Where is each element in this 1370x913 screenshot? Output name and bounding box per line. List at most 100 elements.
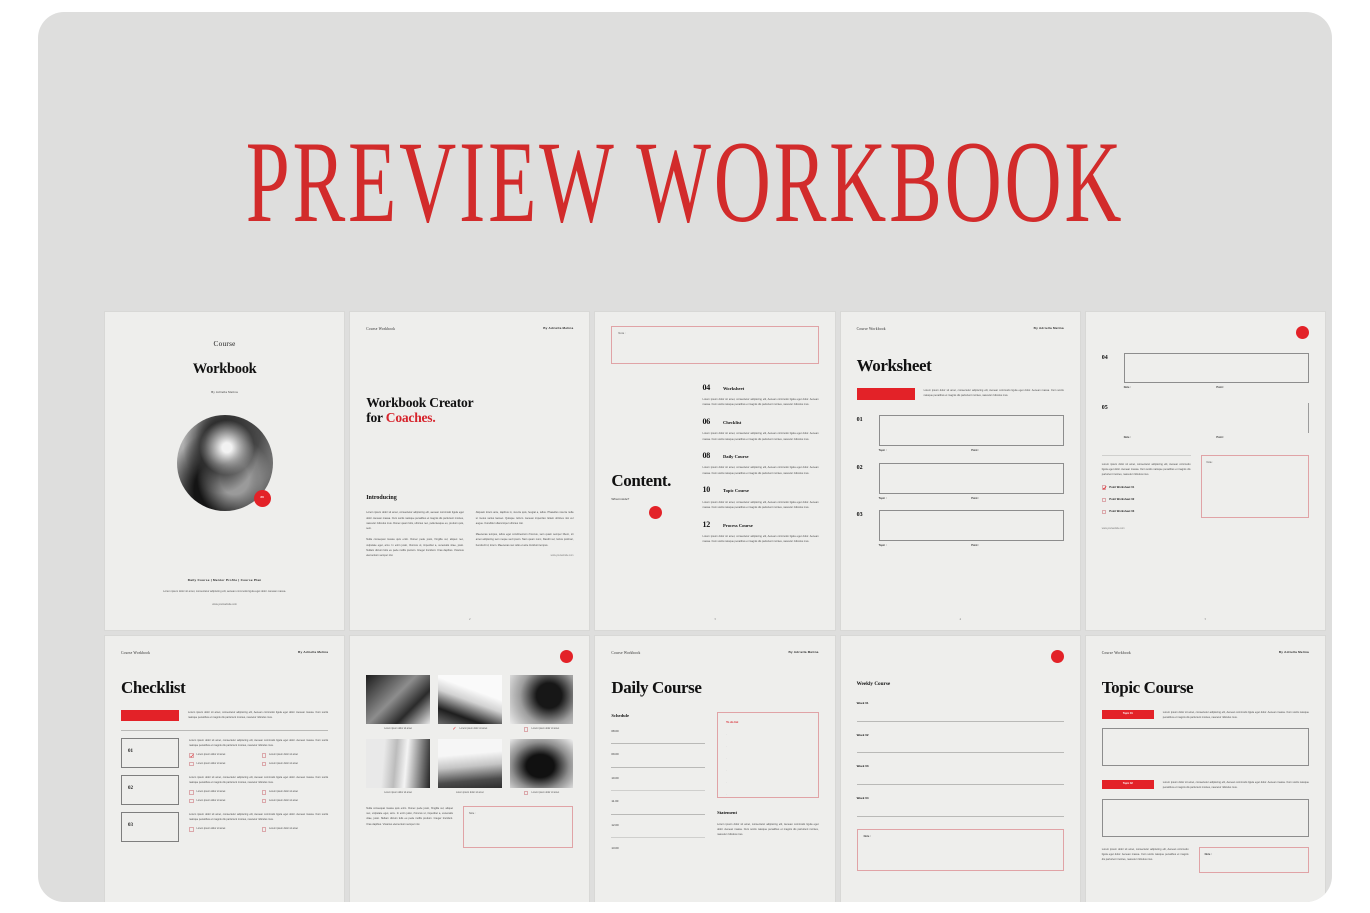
content-item[interactable]: 10 Topic Course Lorem ipsum dolor sit ame… bbox=[703, 482, 819, 510]
note-box[interactable]: Note : bbox=[1198, 846, 1309, 873]
checkbox-icon[interactable] bbox=[189, 752, 194, 762]
gallery-image[interactable] bbox=[366, 675, 430, 724]
checklist-item-label: Lorem ipsum dolor sit amet bbox=[269, 790, 298, 794]
checkbox-icon[interactable] bbox=[261, 753, 267, 758]
intro-paragraph-1: Lorem ipsum dolor sit amet, consectetur … bbox=[366, 511, 464, 531]
gallery-caption: Lorem ipsum dolor sit amet bbox=[459, 728, 488, 730]
note-box[interactable]: Note : bbox=[1200, 454, 1309, 518]
worksheet-row-number: 02 bbox=[856, 464, 863, 471]
slide-worksheet-continued[interactable]: 04 Note : Point : 05 Note : Point : Lore… bbox=[1085, 312, 1325, 630]
checkbox-icon[interactable] bbox=[1101, 509, 1107, 515]
todo-bullet[interactable]: · bbox=[726, 745, 810, 750]
content-item[interactable]: 12 Process Course Lorem ipsum dolor sit a… bbox=[703, 517, 819, 545]
header-left-label: Course Workbook bbox=[366, 327, 396, 331]
week-row[interactable]: Week 01 bbox=[856, 700, 1064, 722]
checklist-row[interactable]: 02 Lorem ipsum dolor sit amet, consectet… bbox=[121, 774, 328, 805]
checkbox-icon[interactable] bbox=[261, 827, 267, 832]
intro-url[interactable]: www.yourwebsite.com bbox=[476, 554, 574, 558]
checklist-row[interactable]: 01 Lorem ipsum dolor sit amet, consectet… bbox=[121, 737, 328, 768]
checkbox-icon[interactable] bbox=[261, 798, 267, 804]
checkbox-icon[interactable] bbox=[189, 798, 194, 804]
todo-bullet[interactable]: · bbox=[726, 769, 810, 774]
checklist-row-number: 02 bbox=[128, 785, 133, 791]
checklist-number-box[interactable]: 02 bbox=[121, 774, 179, 805]
point-label: Point : bbox=[971, 496, 979, 500]
todo-list-box[interactable]: To do list · · · · · · bbox=[717, 711, 819, 798]
checklist-item-label: Lorem ipsum dolor sit amet bbox=[196, 827, 226, 831]
checkbox-icon[interactable] bbox=[261, 761, 267, 767]
gallery-image[interactable] bbox=[437, 675, 502, 724]
checkbox-icon[interactable] bbox=[1101, 484, 1107, 494]
schedule-time: 13.00 bbox=[611, 846, 619, 851]
worksheet-row[interactable]: 04 Note : Point : bbox=[1102, 353, 1309, 391]
slide-cover[interactable]: Course Workbook By Adriella Melina 20 Da… bbox=[105, 312, 345, 630]
intro-paragraph-2: Nulla consequat massa quis enim. Donec p… bbox=[366, 538, 464, 557]
week-row[interactable]: Week 03 bbox=[856, 764, 1064, 785]
note-box[interactable]: Note : bbox=[856, 828, 1064, 871]
slide-header: Course Workbook By Adriella Melina bbox=[1102, 650, 1309, 657]
checkbox-icon[interactable] bbox=[523, 727, 529, 732]
checkbox-icon[interactable] bbox=[523, 790, 529, 795]
week-label: Week 02 bbox=[856, 732, 869, 737]
week-row[interactable]: Week 04 bbox=[856, 796, 1064, 817]
slide-content[interactable]: Note : Content. What inside? 04 Worksheet… bbox=[595, 312, 835, 630]
checklist-item-label: Lorem ipsum dolor sit amet bbox=[269, 761, 298, 765]
worksheet-input-box[interactable] bbox=[878, 414, 1064, 446]
content-item[interactable]: 06 Checklist Lorem ipsum dolor sit amet, … bbox=[703, 414, 819, 442]
checklist-number-box[interactable]: 03 bbox=[121, 811, 179, 842]
slide-topic-course[interactable]: Course Workbook By Adriella Melina Topic… bbox=[1085, 636, 1325, 902]
gallery-image[interactable] bbox=[509, 738, 574, 788]
checkbox-label: Point Worksheet 03 bbox=[1109, 510, 1135, 514]
worksheet-input-box[interactable] bbox=[878, 462, 1064, 494]
topic-label: Topic : bbox=[878, 544, 887, 548]
content-item[interactable]: 04 Worksheet Lorem ipsum dolor sit amet, … bbox=[703, 380, 819, 408]
cover-url[interactable]: www.yourwebsite.com bbox=[105, 603, 344, 608]
week-label: Week 01 bbox=[856, 700, 869, 705]
worksheet-input-box[interactable] bbox=[1123, 353, 1309, 383]
content-item-label: Checklist bbox=[722, 420, 742, 426]
page-number: 3 bbox=[714, 617, 716, 622]
worksheet-row[interactable]: 03 Topic : Point : bbox=[857, 510, 1064, 549]
cover-eyebrow: Course bbox=[213, 340, 236, 348]
content-item[interactable]: 08 Daily Course Lorem ipsum dolor sit ame… bbox=[703, 448, 819, 476]
slide-checklist[interactable]: Course Workbook By Adriella Melina Check… bbox=[105, 636, 345, 902]
gallery-image[interactable] bbox=[509, 675, 574, 724]
checkbox-icon[interactable] bbox=[1101, 497, 1107, 503]
slide-worksheet[interactable]: Course Workbook By Adriella Melina Works… bbox=[840, 312, 1080, 630]
content-note-box[interactable]: Note : bbox=[611, 326, 819, 364]
todo-bullet[interactable]: · bbox=[726, 781, 810, 786]
checkbox-icon[interactable] bbox=[189, 761, 194, 767]
weekly-course-title: Weekly Course bbox=[856, 681, 891, 687]
slide-daily-course[interactable]: Course Workbook By Adriella Melina Daily… bbox=[595, 636, 835, 902]
checkbox-icon[interactable] bbox=[189, 790, 194, 795]
slide-gallery[interactable]: Lorem ipsum dolor sit amet ✓ Lorem ipsum … bbox=[350, 636, 590, 902]
topic-badge[interactable]: Topic 02 bbox=[1101, 780, 1154, 790]
cover-badge: 20 bbox=[253, 489, 271, 507]
todo-bullet[interactable]: · bbox=[726, 757, 810, 762]
cover-nav-links[interactable]: Daily Course | Mentor Profile | Course P… bbox=[105, 578, 344, 584]
checkbox-icon[interactable] bbox=[189, 827, 194, 832]
topic-input-box[interactable] bbox=[1101, 798, 1309, 837]
slide-weekly-course[interactable]: Weekly Course Week 01 Week 02 Week 03 We… bbox=[840, 636, 1080, 902]
todo-bullet[interactable]: · bbox=[726, 793, 810, 798]
checklist-number-box[interactable]: 01 bbox=[121, 737, 179, 768]
worksheet-row[interactable]: 05 Note : Point : bbox=[1102, 402, 1309, 441]
worksheet-input-box[interactable] bbox=[1124, 402, 1309, 433]
worksheet-row[interactable]: 02 Topic : Point : bbox=[856, 462, 1064, 502]
week-row[interactable]: Week 02 bbox=[856, 732, 1064, 754]
checklist-row[interactable]: 03 Lorem ipsum dolor sit amet, consectet… bbox=[121, 811, 328, 842]
note-box[interactable]: Note : bbox=[462, 806, 574, 848]
topic-badge[interactable]: Topic 01 bbox=[1101, 709, 1154, 719]
slide-intro[interactable]: Course Workbook By Adriella Melina Workb… bbox=[350, 312, 590, 630]
todo-bullet[interactable]: · bbox=[726, 733, 810, 738]
worksheet-row[interactable]: 01 Topic : Point : bbox=[857, 414, 1064, 454]
checkbox-icon[interactable] bbox=[261, 790, 267, 795]
point-label: Point : bbox=[971, 448, 979, 452]
content-item-number: 08 bbox=[702, 451, 711, 461]
worksheet-input-box[interactable] bbox=[878, 510, 1064, 542]
topic-input-box[interactable] bbox=[1101, 728, 1309, 767]
worksheet-url[interactable]: www.yourwebsite.com bbox=[1102, 527, 1191, 531]
gallery-image[interactable] bbox=[366, 738, 430, 788]
gallery-image[interactable] bbox=[437, 738, 502, 788]
slide-grid: Course Workbook By Adriella Melina 20 Da… bbox=[105, 312, 1325, 902]
